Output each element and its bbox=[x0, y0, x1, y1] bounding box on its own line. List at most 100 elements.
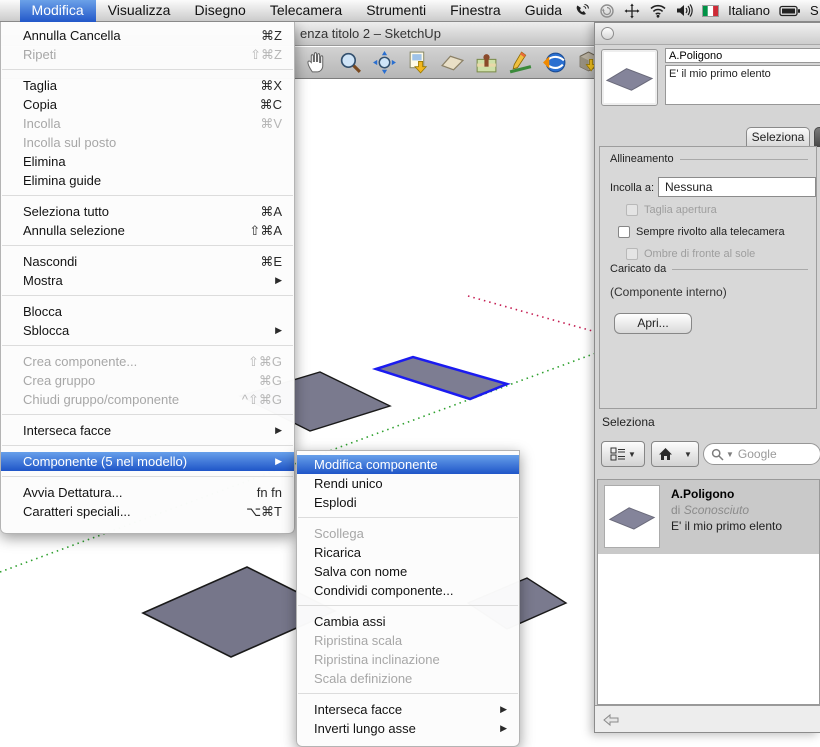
submenu-item-scala-definizione: Scala definizione bbox=[297, 669, 519, 688]
submenu-item-condividi-componente[interactable]: Condividi componente... bbox=[297, 581, 519, 600]
submenu-arrow-icon: ▶ bbox=[275, 425, 282, 436]
menu-item-interseca-facce[interactable]: Interseca facce▶ bbox=[1, 421, 294, 440]
menu-item-elimina[interactable]: Elimina bbox=[1, 152, 294, 171]
component-description-field[interactable]: E' il mio primo elento bbox=[665, 65, 820, 105]
menubar-item-visualizza[interactable]: Visualizza bbox=[96, 0, 183, 22]
menu-item-shortcut: ^⇧⌘G bbox=[242, 392, 282, 408]
home-icon bbox=[658, 447, 673, 461]
loaded-from-label-text: Caricato da bbox=[610, 263, 666, 275]
menu-item-elimina-guide[interactable]: Elimina guide bbox=[1, 171, 294, 190]
menu-item-sblocca[interactable]: Sblocca▶ bbox=[1, 321, 294, 340]
menu-item-copia[interactable]: Copia⌘C bbox=[1, 95, 294, 114]
search-field[interactable]: ▼ bbox=[703, 443, 820, 465]
open-button[interactable]: Apri... bbox=[614, 313, 692, 334]
home-button[interactable] bbox=[651, 441, 679, 467]
menu-item-label: Elimina guide bbox=[23, 173, 101, 188]
panel-titlebar[interactable] bbox=[595, 23, 820, 45]
pan-tool-icon[interactable] bbox=[304, 50, 329, 75]
export-image-icon[interactable] bbox=[406, 50, 431, 75]
glue-to-select[interactable]: Nessuna bbox=[658, 177, 816, 197]
submenu-arrow-icon: ▶ bbox=[500, 723, 507, 734]
navigation-dropdown-button[interactable]: ▼ bbox=[678, 441, 699, 467]
menu-item-avvia-dettatura[interactable]: Avvia Dettatura...fn fn bbox=[1, 483, 294, 502]
submenu-item-modifica-componente[interactable]: Modifica componente bbox=[297, 455, 519, 474]
submenu-item-cambia-assi[interactable]: Cambia assi bbox=[297, 612, 519, 631]
menubar-item-modifica[interactable]: Modifica bbox=[20, 0, 96, 22]
menu-separator bbox=[298, 693, 518, 694]
menubar-item-telecamera[interactable]: Telecamera bbox=[258, 0, 354, 22]
menu-separator bbox=[2, 345, 293, 346]
menu-item-annulla-cancella[interactable]: Annulla Cancella⌘Z bbox=[1, 26, 294, 45]
close-icon[interactable] bbox=[601, 27, 614, 40]
menu-item-label: Taglia bbox=[23, 78, 57, 93]
menu-item-label: Blocca bbox=[23, 304, 62, 319]
menu-item-label: Nascondi bbox=[23, 254, 77, 269]
menu-item-caratteri-speciali[interactable]: Caratteri speciali...⌥⌘T bbox=[1, 502, 294, 521]
search-icon bbox=[711, 448, 724, 461]
italian-flag-icon[interactable] bbox=[702, 5, 719, 17]
face-camera-checkbox[interactable] bbox=[618, 226, 630, 238]
menu-separator bbox=[2, 414, 293, 415]
menu-item-label: Cambia assi bbox=[314, 614, 386, 629]
menubar-item-finestra[interactable]: Finestra bbox=[438, 0, 513, 22]
zoom-tool-icon[interactable] bbox=[338, 50, 363, 75]
submenu-item-scollega: Scollega bbox=[297, 524, 519, 543]
google-earth-icon[interactable] bbox=[542, 50, 567, 75]
tab-seleziona[interactable]: Seleziona bbox=[746, 127, 810, 147]
zoom-extents-icon[interactable] bbox=[372, 50, 397, 75]
menu-item-nascondi[interactable]: Nascondi⌘E bbox=[1, 252, 294, 271]
checkbox-row-ombre: Ombre di fronte al sole bbox=[626, 248, 755, 260]
submenu-item-ripristina-inclinazione: Ripristina inclinazione bbox=[297, 650, 519, 669]
menu-item-annulla-selezione[interactable]: Annulla selezione⇧⌘A bbox=[1, 221, 294, 240]
component-list[interactable]: A.Poligono di Sconosciuto E' il mio prim… bbox=[597, 479, 820, 705]
menubar-spacer bbox=[0, 0, 20, 22]
checkbox-row-sempre-rivolto[interactable]: Sempre rivolto alla telecamera bbox=[618, 226, 785, 238]
submenu-item-esplodi[interactable]: Esplodi bbox=[297, 493, 519, 512]
menu-item-mostra[interactable]: Mostra▶ bbox=[1, 271, 294, 290]
system-menubar: Modifica Visualizza Disegno Telecamera S… bbox=[0, 0, 820, 22]
back-arrow-icon[interactable] bbox=[603, 712, 619, 728]
sync-status-icon[interactable] bbox=[599, 3, 615, 19]
component-name-field[interactable] bbox=[665, 48, 820, 63]
component-selected[interactable] bbox=[376, 357, 507, 399]
move-status-icon[interactable] bbox=[624, 3, 640, 19]
menu-item-seleziona-tutto[interactable]: Seleziona tutto⌘A bbox=[1, 202, 294, 221]
list-item-title: A.Poligono bbox=[671, 487, 734, 501]
component-thumbnail-icon bbox=[605, 486, 659, 547]
phone-status-icon[interactable] bbox=[574, 3, 590, 19]
battery-status-icon[interactable] bbox=[779, 5, 801, 17]
checkbox-row-taglia-apertura: Taglia apertura bbox=[626, 204, 717, 216]
menu-separator bbox=[298, 605, 518, 606]
submenu-item-inverti-lungo-asse[interactable]: Inverti lungo asse▶ bbox=[297, 719, 519, 738]
submenu-item-salva-con-nome[interactable]: Salva con nome bbox=[297, 562, 519, 581]
face-tool-icon[interactable] bbox=[440, 50, 465, 75]
menu-item-blocca[interactable]: Blocca bbox=[1, 302, 294, 321]
search-scope-arrow-icon[interactable]: ▼ bbox=[726, 450, 734, 459]
menubar-item-guida[interactable]: Guida bbox=[513, 0, 574, 22]
menu-item-label: Ricarica bbox=[314, 545, 361, 560]
submenu-item-rendi-unico[interactable]: Rendi unico bbox=[297, 474, 519, 493]
menu-item-shortcut: ⌘V bbox=[260, 116, 282, 132]
submenu-item-interseca-facce[interactable]: Interseca facce▶ bbox=[297, 700, 519, 719]
add-location-icon[interactable] bbox=[474, 50, 499, 75]
menubar-clock[interactable]: S bbox=[810, 3, 820, 18]
sandbox-tool-icon[interactable] bbox=[508, 50, 533, 75]
menu-item-label: Elimina bbox=[23, 154, 66, 169]
menu-item-ripeti: Ripeti⇧⌘Z bbox=[1, 45, 294, 64]
menubar-item-disegno[interactable]: Disegno bbox=[182, 0, 257, 22]
wifi-status-icon[interactable] bbox=[649, 3, 667, 18]
language-menu[interactable]: Italiano bbox=[728, 3, 770, 18]
browser-section-label: Seleziona bbox=[602, 415, 655, 429]
list-item[interactable]: A.Poligono di Sconosciuto E' il mio prim… bbox=[598, 480, 819, 554]
volume-status-icon[interactable] bbox=[676, 3, 693, 18]
menu-item-label: Interseca facce bbox=[314, 702, 402, 717]
view-options-button[interactable]: ▼ bbox=[601, 441, 645, 467]
submenu-item-ricarica[interactable]: Ricarica bbox=[297, 543, 519, 562]
menu-item-crea-componente: Crea componente...⇧⌘G bbox=[1, 352, 294, 371]
menu-item-componente[interactable]: Componente (5 nel modello)▶ bbox=[1, 452, 294, 471]
menu-item-taglia[interactable]: Taglia⌘X bbox=[1, 76, 294, 95]
menubar-item-strumenti[interactable]: Strumenti bbox=[354, 0, 438, 22]
tab-cutoff[interactable] bbox=[814, 127, 820, 147]
author-prefix: di bbox=[671, 503, 680, 517]
search-input[interactable] bbox=[736, 446, 806, 462]
